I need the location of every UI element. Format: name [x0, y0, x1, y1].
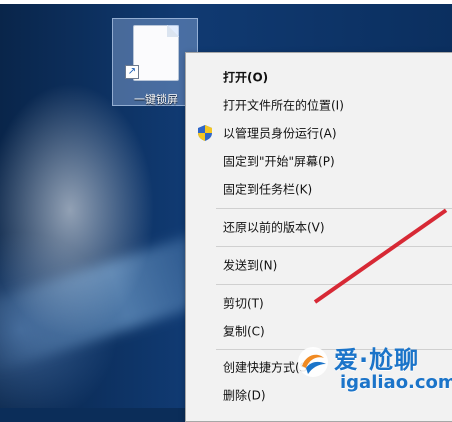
watermark-url: igaliao.com	[340, 372, 452, 393]
file-icon	[133, 25, 179, 81]
menu-item-cut[interactable]: 剪切(T)	[186, 289, 452, 317]
menu-item-pin-to-start[interactable]: 固定到"开始"屏幕(P)	[186, 147, 452, 175]
menu-separator	[216, 208, 452, 209]
menu-item-label: 复制(C)	[223, 324, 265, 339]
watermark-logo-icon	[298, 347, 328, 377]
menu-item-restore-previous-versions[interactable]: 还原以前的版本(V)	[186, 213, 452, 241]
menu-item-label: 固定到任务栏(K)	[223, 182, 313, 197]
menu-item-label: 剪切(T)	[223, 296, 264, 311]
menu-item-pin-to-taskbar[interactable]: 固定到任务栏(K)	[186, 175, 452, 203]
top-edge	[0, 0, 452, 4]
menu-item-label: 删除(D)	[223, 388, 266, 403]
menu-item-send-to[interactable]: 发送到(N) ›	[186, 251, 452, 279]
menu-item-label: 打开(O)	[223, 70, 269, 85]
menu-item-label: 发送到(N)	[223, 258, 278, 273]
menu-item-label: 还原以前的版本(V)	[223, 220, 325, 235]
watermark-text: 爱·尬聊	[334, 346, 420, 374]
uac-shield-icon	[198, 125, 212, 141]
menu-item-label: 打开文件所在的位置(I)	[223, 98, 344, 113]
menu-item-label: 固定到"开始"屏幕(P)	[223, 154, 335, 169]
menu-item-label: 以管理员身份运行(A)	[223, 126, 337, 141]
menu-item-open[interactable]: 打开(O)	[186, 63, 452, 91]
shortcut-arrow-icon: ↗	[125, 65, 139, 79]
menu-separator	[216, 246, 452, 247]
menu-item-run-as-admin[interactable]: 以管理员身份运行(A)	[186, 119, 452, 147]
menu-item-open-file-location[interactable]: 打开文件所在的位置(I)	[186, 91, 452, 119]
watermark: 爱·尬聊 igaliao.com	[296, 338, 452, 404]
